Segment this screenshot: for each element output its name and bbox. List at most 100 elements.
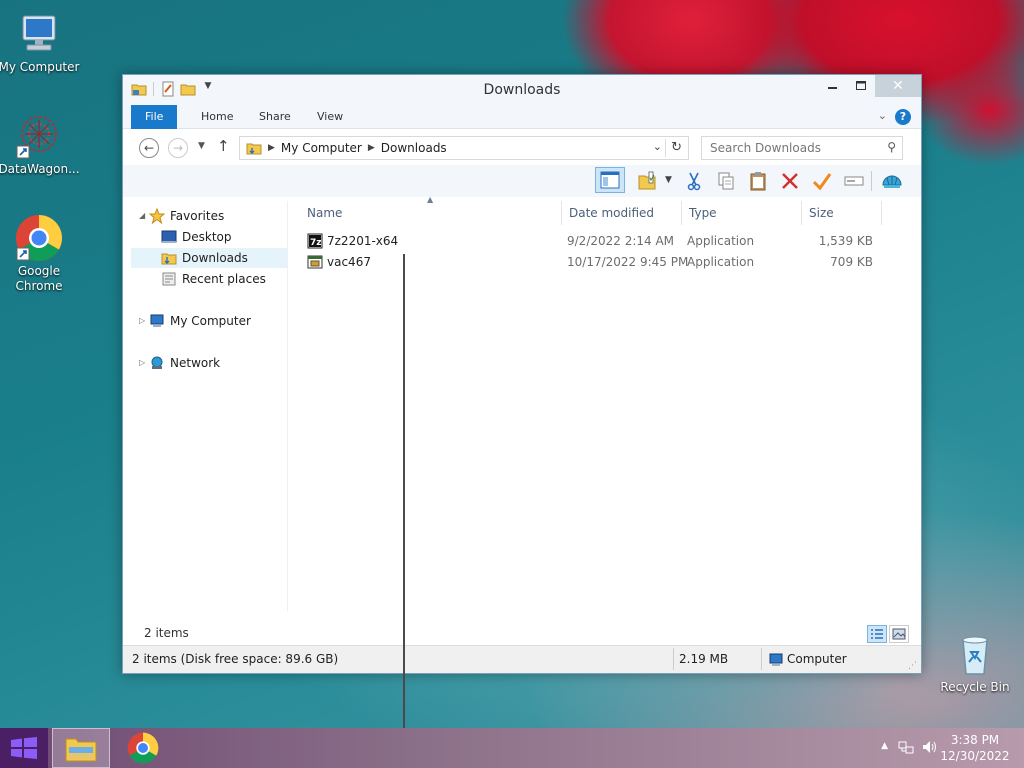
chrome-icon bbox=[127, 732, 159, 764]
table-row[interactable]: 7z 7z2201-x64 9/2/2022 2:14 AM Applicati… bbox=[299, 231, 899, 252]
nav-item-desktop[interactable]: Desktop bbox=[161, 227, 287, 247]
new-folder-dropdown-icon[interactable]: ▼ bbox=[665, 175, 672, 185]
desktop-icon-label: DataWagon... bbox=[0, 162, 80, 176]
nav-item-label: Desktop bbox=[182, 230, 232, 244]
downloads-folder-icon bbox=[161, 250, 177, 266]
svg-text:7z: 7z bbox=[310, 238, 322, 248]
up-button[interactable]: ↑ bbox=[217, 137, 230, 155]
taskbar-explorer-button[interactable] bbox=[52, 728, 110, 768]
status-location: Computer bbox=[787, 652, 847, 666]
desktop-icon-label: My Computer bbox=[0, 60, 80, 74]
resize-grip-icon[interactable]: ⋰ bbox=[908, 661, 917, 671]
tab-view[interactable]: View bbox=[303, 105, 357, 129]
close-button[interactable]: ✕ bbox=[875, 75, 921, 97]
file-type: Application bbox=[687, 255, 755, 269]
network-tray-icon[interactable] bbox=[898, 739, 914, 758]
expand-ribbon-icon[interactable]: ⌄ bbox=[878, 109, 887, 122]
back-button[interactable]: ← bbox=[139, 138, 159, 158]
column-header-name[interactable]: Name bbox=[299, 201, 559, 225]
address-bar[interactable]: ▶ My Computer ▶ Downloads ⌄ ↻ bbox=[239, 136, 689, 160]
nav-item-label: Downloads bbox=[182, 251, 248, 265]
details-view-button[interactable] bbox=[867, 625, 887, 643]
desktop-icon-label: Recycle Bin bbox=[940, 680, 1010, 694]
preview-pane-button[interactable] bbox=[595, 167, 625, 193]
7zip-icon: 7z bbox=[307, 233, 323, 252]
breadcrumb-my-computer[interactable]: My Computer bbox=[281, 141, 362, 155]
expand-icon[interactable]: ▷ bbox=[139, 316, 145, 325]
address-dropdown-icon[interactable]: ⌄ bbox=[653, 140, 662, 153]
minimize-button[interactable] bbox=[819, 75, 847, 97]
collapse-icon[interactable]: ◢ bbox=[139, 211, 145, 220]
volume-icon[interactable] bbox=[922, 739, 938, 758]
refresh-icon[interactable]: ↻ bbox=[671, 140, 682, 155]
taskbar: ▲ 3:38 PM 12/30/2022 bbox=[0, 728, 1024, 768]
nav-my-computer-label: My Computer bbox=[170, 314, 251, 328]
desktop-icon-google-chrome[interactable]: Google Chrome bbox=[0, 214, 81, 294]
nav-my-computer[interactable]: My Computer bbox=[149, 311, 289, 331]
nav-network[interactable]: Network bbox=[149, 353, 289, 373]
column-header-size[interactable]: Size bbox=[801, 201, 881, 225]
start-button[interactable] bbox=[0, 728, 48, 768]
status-disk-info: 2 items (Disk free space: 89.6 GB) bbox=[132, 652, 339, 666]
new-folder-button[interactable] bbox=[635, 169, 661, 193]
copy-button[interactable] bbox=[713, 169, 739, 193]
rename-button[interactable] bbox=[841, 169, 867, 193]
desktop-icon-datawagon[interactable]: DataWagon... bbox=[0, 112, 81, 177]
nav-favorites-label: Favorites bbox=[170, 209, 225, 223]
computer-icon bbox=[149, 313, 165, 329]
search-icon[interactable]: ⚲ bbox=[887, 140, 896, 154]
navigation-pane: ◢ Favorites Desktop Downloads Recent pla… bbox=[123, 201, 288, 611]
title-bar[interactable]: ▼ Downloads ✕ bbox=[123, 75, 921, 105]
column-header-date[interactable]: Date modified bbox=[561, 201, 681, 225]
taskbar-chrome-button[interactable] bbox=[114, 728, 172, 768]
rename-check-button[interactable] bbox=[809, 169, 835, 193]
desktop-icon-my-computer[interactable]: My Computer bbox=[0, 10, 81, 75]
expand-icon[interactable]: ▷ bbox=[139, 358, 145, 367]
nav-item-downloads[interactable]: Downloads bbox=[131, 248, 287, 268]
cut-button[interactable] bbox=[681, 169, 707, 193]
status-bar: 2 items (Disk free space: 89.6 GB) 2.19 … bbox=[123, 645, 921, 673]
folder-icon bbox=[246, 140, 262, 156]
desktop-icon bbox=[161, 229, 177, 245]
ribbon-tabs: File Home Share View ⌄ ? bbox=[123, 105, 921, 129]
file-explorer-icon bbox=[65, 738, 97, 762]
column-header-type[interactable]: Type bbox=[681, 201, 801, 225]
installer-icon bbox=[307, 254, 323, 273]
help-icon[interactable]: ? bbox=[895, 109, 911, 125]
maximize-button[interactable] bbox=[847, 75, 875, 97]
search-input[interactable]: Search Downloads ⚲ bbox=[701, 136, 903, 160]
file-size: 1,539 KB bbox=[818, 234, 873, 248]
chrome-icon bbox=[15, 214, 63, 262]
file-date: 9/2/2022 2:14 AM bbox=[567, 234, 675, 248]
command-toolbar: ▼ bbox=[123, 165, 921, 197]
desktop-icon-recycle-bin[interactable]: Recycle Bin bbox=[933, 630, 1017, 695]
file-size: 709 KB bbox=[830, 255, 873, 269]
status-selection-size: 2.19 MB bbox=[679, 652, 729, 666]
delete-button[interactable] bbox=[777, 169, 803, 193]
navigation-bar: ← → ▼ ↑ ▶ My Computer ▶ Downloads ⌄ ↻ Se… bbox=[123, 129, 921, 165]
table-row[interactable]: vac467 10/17/2022 9:45 PM Application 70… bbox=[299, 252, 899, 273]
column-resize-line bbox=[403, 254, 405, 728]
computer-icon bbox=[15, 10, 63, 58]
breadcrumb-downloads[interactable]: Downloads bbox=[381, 141, 447, 155]
recent-locations-icon[interactable]: ▼ bbox=[198, 141, 205, 151]
large-icons-view-button[interactable] bbox=[889, 625, 909, 643]
clock-date: 12/30/2022 bbox=[940, 749, 1010, 763]
nav-favorites[interactable]: Favorites bbox=[148, 206, 289, 226]
chevron-right-icon[interactable]: ▶ bbox=[368, 143, 375, 153]
nav-item-label: Recent places bbox=[182, 272, 266, 286]
clock[interactable]: 3:38 PM 12/30/2022 bbox=[940, 732, 1010, 764]
show-hidden-icons-icon[interactable]: ▲ bbox=[881, 741, 888, 751]
tab-share[interactable]: Share bbox=[245, 105, 305, 129]
shell-globe-button[interactable] bbox=[879, 169, 905, 193]
tab-home[interactable]: Home bbox=[187, 105, 247, 129]
recent-places-icon bbox=[161, 271, 177, 287]
tab-file[interactable]: File bbox=[131, 105, 178, 129]
nav-item-recent-places[interactable]: Recent places bbox=[161, 269, 287, 289]
forward-button[interactable]: → bbox=[168, 138, 188, 158]
file-name: 7z2201-x64 bbox=[327, 234, 399, 248]
paste-button[interactable] bbox=[745, 169, 771, 193]
window-title: Downloads bbox=[483, 82, 561, 98]
windows-logo-icon bbox=[11, 737, 37, 759]
nav-network-label: Network bbox=[170, 356, 221, 370]
